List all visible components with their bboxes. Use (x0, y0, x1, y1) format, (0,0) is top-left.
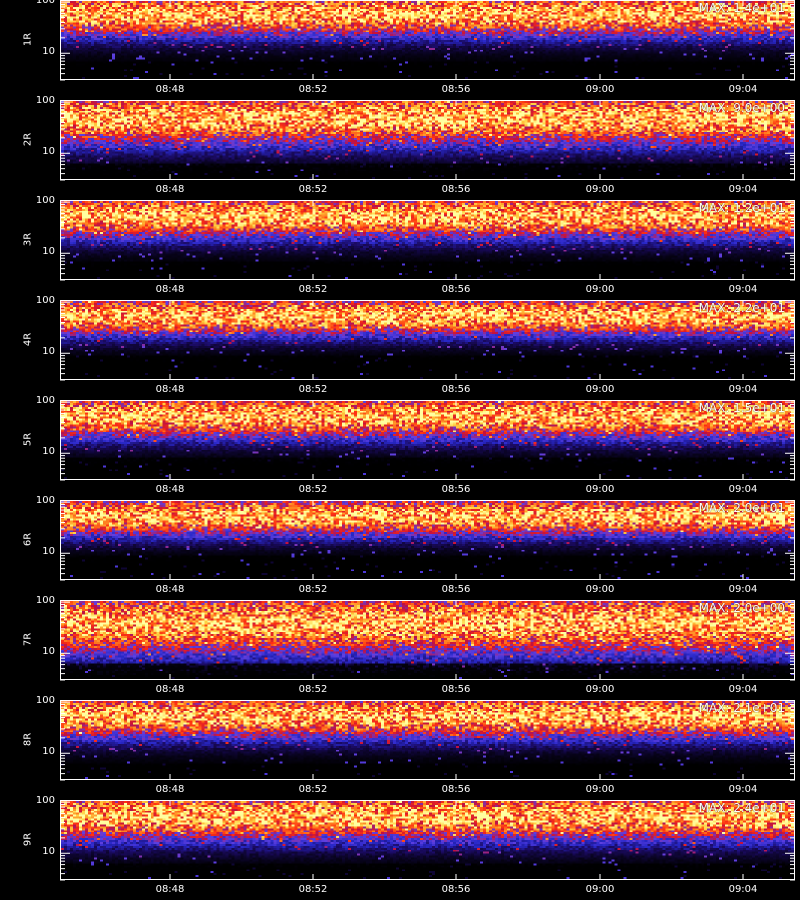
y-tick-label: 100 (35, 195, 55, 207)
x-tick-label: 08:48 (155, 884, 185, 895)
y-tick-label: 10 (42, 546, 55, 558)
y-tick-label: 10 (42, 746, 55, 758)
x-tick-label: 08:48 (155, 484, 185, 495)
y-tick-label: 10 (42, 146, 55, 158)
axis-ticks (60, 200, 795, 281)
x-tick-label: 08:52 (298, 784, 328, 795)
max-value-label: MAX: 1.4e+01 (698, 1, 785, 15)
y-tick-label: 10 (42, 646, 55, 658)
x-tick-label: 08:56 (441, 184, 471, 195)
x-tick-label: 09:00 (585, 584, 615, 595)
x-tick-label: 08:56 (441, 84, 471, 95)
max-value-label: MAX: 9.0e+00 (698, 101, 785, 115)
y-tick-label: 100 (35, 795, 55, 807)
axis-ticks (60, 100, 795, 181)
x-tick-label: 08:48 (155, 84, 185, 95)
x-tick-label: 08:56 (441, 284, 471, 295)
x-tick-label: 08:56 (441, 584, 471, 595)
y-tick-label: 10 (42, 46, 55, 58)
axis-ticks (60, 600, 795, 681)
x-tick-label: 08:56 (441, 784, 471, 795)
x-tick-label: 08:52 (298, 684, 328, 695)
x-tick-label: 08:52 (298, 484, 328, 495)
x-tick-label: 09:00 (585, 84, 615, 95)
max-value-label: MAX: 2.4e+01 (698, 801, 785, 815)
y-tick-label: 10 (42, 446, 55, 458)
spectrogram-panel-2R: 2R 100 10 MAX: 9.0e+00 08:48 08:52 08:56 09:00 0… (0, 95, 800, 200)
spectrogram-panel-6R: 6R 100 10 MAX: 2.0e+01 08:48 08:52 08:56 09:00 0… (0, 495, 800, 600)
x-tick-label: 08:56 (441, 384, 471, 395)
spectrogram-panel-4R: 4R 100 10 MAX: 2.2e+01 08:48 08:52 08:56 09:00 0… (0, 295, 800, 400)
spectrogram-panel-7R: 7R 100 10 MAX: 2.0e+00 08:48 08:52 08:56 09:00 0… (0, 595, 800, 700)
x-tick-label: 09:00 (585, 684, 615, 695)
max-value-label: MAX: 2.2e+01 (698, 301, 785, 315)
x-tick-label: 08:52 (298, 884, 328, 895)
x-tick-label: 09:04 (728, 84, 758, 95)
spectrogram-panel-9R: 9R 100 10 MAX: 2.4e+01 08:48 08:52 08:56 09:00 0… (0, 795, 800, 900)
x-tick-label: 09:04 (728, 384, 758, 395)
x-tick-label: 09:04 (728, 784, 758, 795)
x-tick-label: 08:48 (155, 584, 185, 595)
max-value-label: MAX: 2.0e+00 (698, 601, 785, 615)
spectrogram-panel-8R: 8R 100 10 MAX: 2.1e+01 08:48 08:52 08:56 09:00 0… (0, 695, 800, 800)
y-tick-label: 100 (35, 395, 55, 407)
x-tick-label: 09:04 (728, 184, 758, 195)
x-tick-label: 09:00 (585, 284, 615, 295)
spectrogram-panel-5R: 5R 100 10 MAX: 1.5e+01 08:48 08:52 08:56 09:00 0… (0, 395, 800, 500)
x-tick-label: 09:04 (728, 484, 758, 495)
x-tick-label: 09:04 (728, 684, 758, 695)
y-tick-label: 100 (35, 295, 55, 307)
max-value-label: MAX: 1.2e+01 (698, 201, 785, 215)
x-tick-label: 09:00 (585, 484, 615, 495)
x-tick-label: 08:52 (298, 284, 328, 295)
axis-ticks (60, 400, 795, 481)
x-tick-label: 09:04 (728, 284, 758, 295)
x-tick-label: 09:00 (585, 884, 615, 895)
y-tick-label: 10 (42, 346, 55, 358)
x-tick-label: 08:56 (441, 484, 471, 495)
x-tick-label: 09:00 (585, 784, 615, 795)
max-value-label: MAX: 1.5e+01 (698, 401, 785, 415)
axis-ticks (60, 0, 795, 81)
x-tick-label: 09:00 (585, 384, 615, 395)
x-tick-label: 08:56 (441, 884, 471, 895)
x-tick-label: 08:56 (441, 684, 471, 695)
spectrogram-panel-1R: 1R 100 10 MAX: 1.4e+01 08:48 08:52 08:56 09:00 0… (0, 0, 800, 100)
x-tick-label: 08:48 (155, 184, 185, 195)
max-value-label: MAX: 2.0e+01 (698, 501, 785, 515)
y-tick-label: 100 (35, 595, 55, 607)
y-tick-label: 100 (35, 0, 55, 7)
x-tick-label: 08:48 (155, 384, 185, 395)
x-tick-label: 08:52 (298, 84, 328, 95)
axis-ticks (60, 700, 795, 781)
axis-ticks (60, 300, 795, 381)
axis-ticks (60, 500, 795, 581)
y-tick-label: 10 (42, 846, 55, 858)
axis-ticks (60, 800, 795, 881)
max-value-label: MAX: 2.1e+01 (698, 701, 785, 715)
y-tick-label: 100 (35, 95, 55, 107)
spectrogram-panel-3R: 3R 100 10 MAX: 1.2e+01 08:48 08:52 08:56 09:00 0… (0, 195, 800, 300)
x-tick-label: 08:48 (155, 684, 185, 695)
x-tick-label: 09:04 (728, 584, 758, 595)
y-tick-label: 10 (42, 246, 55, 258)
spectrogram-figure: 1R 100 10 MAX: 1.4e+01 08:48 08:52 08:56 09:00 0… (0, 0, 800, 900)
x-tick-label: 08:48 (155, 284, 185, 295)
x-tick-label: 09:04 (728, 884, 758, 895)
x-tick-label: 08:52 (298, 384, 328, 395)
x-tick-label: 09:00 (585, 184, 615, 195)
x-tick-label: 08:48 (155, 784, 185, 795)
y-tick-label: 100 (35, 695, 55, 707)
x-tick-label: 08:52 (298, 184, 328, 195)
x-tick-label: 08:52 (298, 584, 328, 595)
y-tick-label: 100 (35, 495, 55, 507)
